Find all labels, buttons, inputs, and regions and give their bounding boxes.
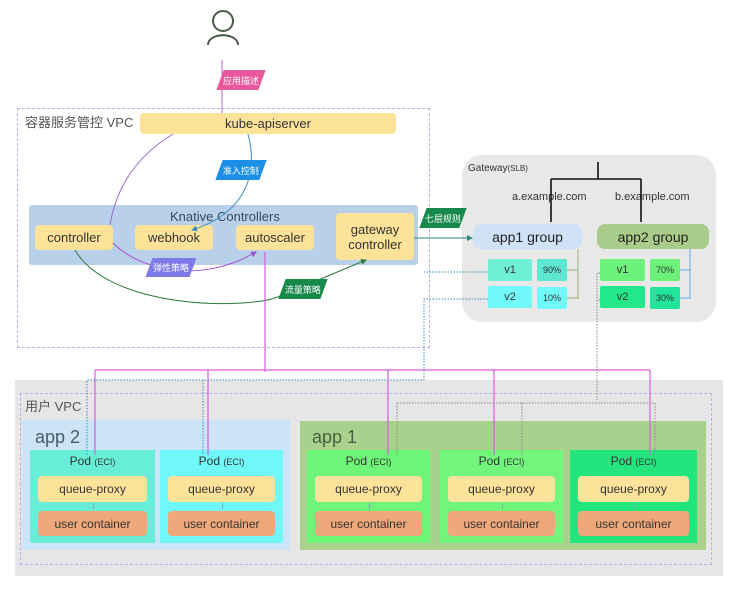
l7-rules-tag-text: 七层规则 [424, 213, 461, 224]
apiserver-to-webhook-line [191, 133, 252, 232]
traffic-policy-tag: 流量策略 [278, 279, 328, 299]
app1-gateway-to-pods-lines [86, 271, 488, 455]
connector-lines [74, 60, 691, 455]
knative-architecture-diagram: 用户 VPC app 2 app 1 Pod (ECI) queue-proxy… [0, 0, 731, 589]
app2-gateway-to-pods-lines [396, 272, 656, 455]
controller-to-gateway-controller-line [74, 249, 367, 305]
elastic-policy-tag-text: 弹性策略 [152, 263, 189, 273]
gateway-tree-line [550, 162, 642, 222]
app-desc-tag: 应用描述 [216, 70, 266, 90]
app-desc-tag-text: 应用描述 [222, 75, 259, 86]
traffic-policy-tag-text: 流量策略 [284, 284, 321, 295]
app2-weight-bracket [680, 249, 691, 299]
apiserver-to-controller-line [109, 133, 174, 226]
admission-control-tag-text: 准入控制 [222, 165, 259, 176]
admission-control-tag: 准入控制 [215, 160, 267, 180]
elastic-policy-tag: 弹性策略 [145, 258, 197, 277]
l7-rules-tag: 七层规则 [419, 208, 467, 228]
app1-weight-bracket [567, 249, 579, 299]
autoscaler-to-pods-lines [94, 252, 651, 455]
